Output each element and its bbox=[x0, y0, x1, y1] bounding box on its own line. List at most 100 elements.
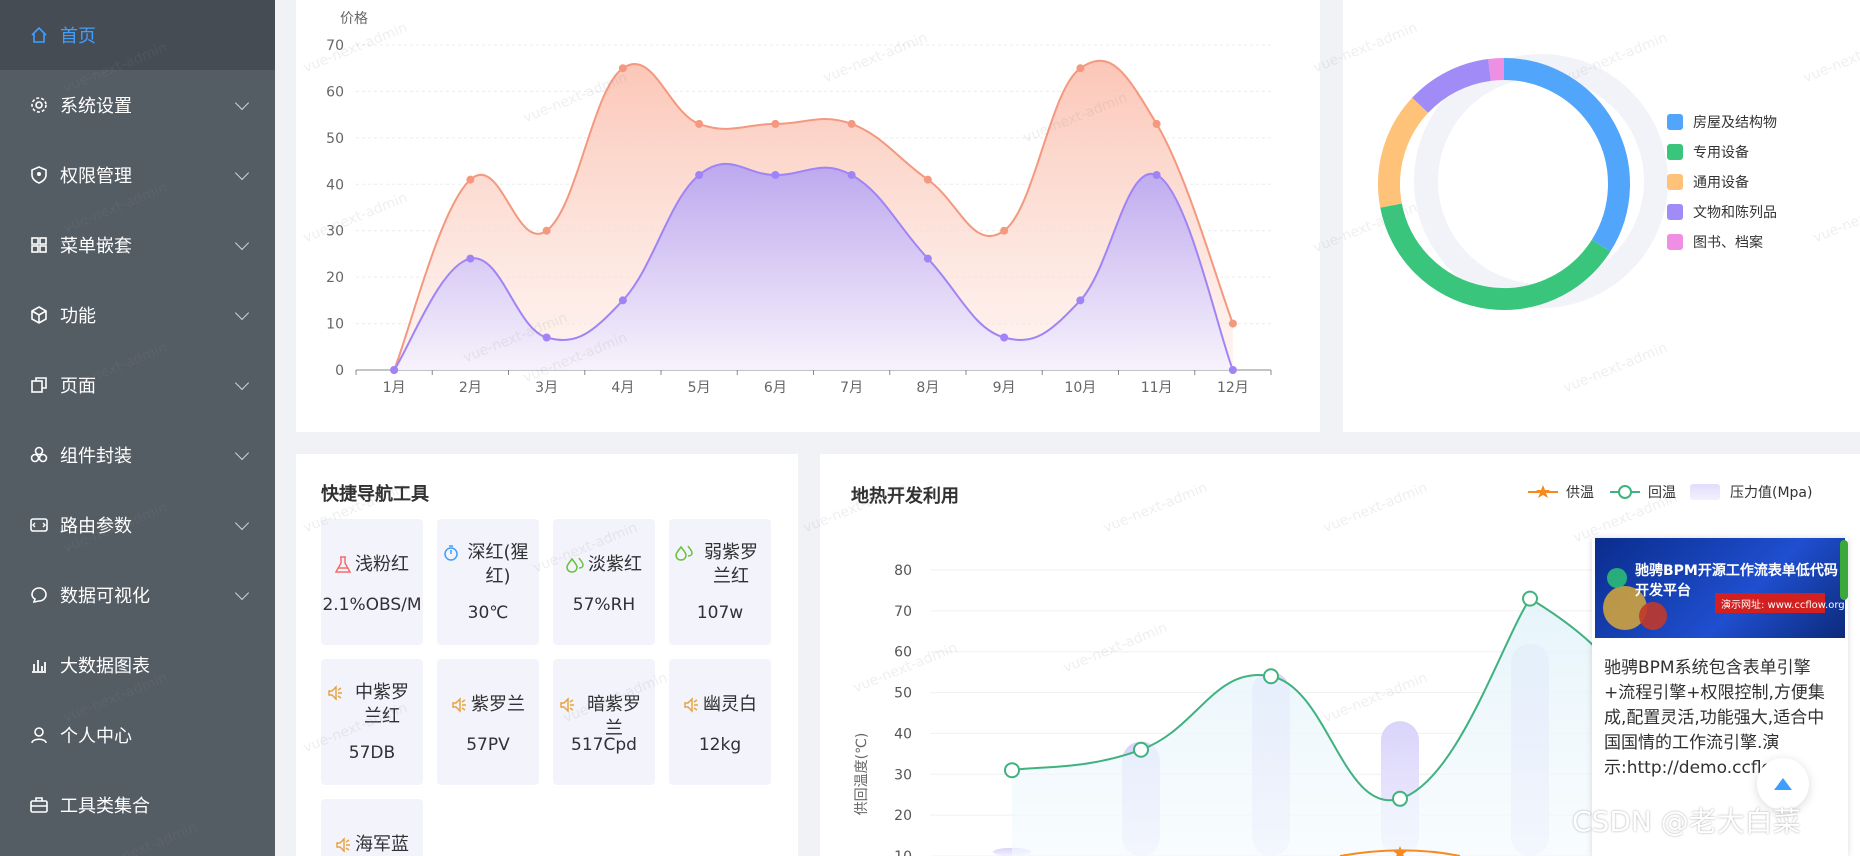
return-temp-point[interactable] bbox=[1263, 668, 1279, 685]
chevron-down-icon bbox=[234, 235, 250, 251]
quick-nav-tile[interactable]: 紫罗兰 57PV bbox=[437, 659, 539, 785]
y-tick-label: 20 bbox=[894, 808, 912, 824]
data-point[interactable] bbox=[695, 119, 704, 128]
quick-nav-tile[interactable]: 淡紫红 57%RH bbox=[553, 519, 655, 645]
y-tick-label: 70 bbox=[894, 604, 912, 620]
sidebar-item-label: 功能 bbox=[60, 306, 96, 327]
data-point[interactable] bbox=[618, 64, 627, 73]
tile-value: 12kg bbox=[698, 735, 742, 755]
quick-nav-tile[interactable]: 幽灵白 12kg bbox=[669, 659, 771, 785]
sidebar-item[interactable]: 系统设置 bbox=[0, 70, 275, 140]
data-point[interactable] bbox=[771, 119, 780, 128]
chat-icon bbox=[30, 586, 48, 604]
x-tick-label: 5月 bbox=[688, 380, 711, 396]
sidebar-item-label: 菜单嵌套 bbox=[60, 236, 132, 257]
pie-legend-item[interactable]: 房屋及结构物 bbox=[1667, 112, 1777, 132]
return-temp-point[interactable] bbox=[1392, 790, 1408, 807]
data-point[interactable] bbox=[1076, 296, 1085, 305]
sidebar-item[interactable]: 个人中心 bbox=[0, 700, 275, 770]
pie-legend-item[interactable]: 文物和陈列品 bbox=[1667, 202, 1777, 222]
data-point[interactable] bbox=[1000, 333, 1009, 342]
tile-value: 57%RH bbox=[572, 595, 636, 615]
data-point[interactable] bbox=[847, 119, 856, 128]
swatch bbox=[1667, 114, 1683, 130]
sidebar-item-label: 路由参数 bbox=[60, 516, 132, 537]
data-point[interactable] bbox=[923, 175, 932, 184]
ad-banner[interactable]: 驰骋BPM开源工作流表单低代码开发平台 演示网址: www.ccflow.org bbox=[1595, 538, 1845, 638]
data-point[interactable] bbox=[1076, 64, 1085, 73]
donut-slice[interactable] bbox=[1488, 58, 1505, 81]
chevron-down-icon bbox=[234, 165, 250, 181]
quick-nav-tile[interactable]: 弱紫罗兰红 107w bbox=[669, 519, 771, 645]
sidebar-item[interactable]: 菜单嵌套 bbox=[0, 210, 275, 280]
pie-legend-item[interactable]: 专用设备 bbox=[1667, 142, 1749, 162]
csdn-watermark: CSDN @老大白菜 bbox=[1572, 805, 1801, 838]
ad-scrollbar[interactable] bbox=[1840, 540, 1848, 600]
data-point[interactable] bbox=[847, 171, 856, 179]
sidebar-item[interactable]: 工具类集合 bbox=[0, 770, 275, 840]
sidebar-item-label: 页面 bbox=[60, 376, 96, 397]
pie-legend-item[interactable]: 图书、档案 bbox=[1667, 232, 1763, 252]
quick-nav-tile[interactable]: 中紫罗兰红 57DB bbox=[321, 659, 423, 785]
data-point[interactable] bbox=[771, 171, 780, 179]
shield-icon bbox=[30, 166, 48, 184]
quick-nav-title: 快捷导航工具 bbox=[321, 484, 429, 505]
y-axis-label: 供回温度(℃) bbox=[854, 733, 870, 816]
speaker-icon bbox=[335, 836, 351, 856]
tile-value: 517Cpd bbox=[571, 735, 637, 755]
tile-value: 57PV bbox=[466, 735, 510, 755]
y-tick-label: 50 bbox=[894, 686, 912, 702]
quick-nav-tile[interactable]: 浅粉红 2.1%OBS/M bbox=[321, 519, 423, 645]
data-point[interactable] bbox=[1000, 226, 1009, 235]
data-point[interactable] bbox=[1152, 171, 1161, 179]
box-icon bbox=[30, 306, 48, 324]
data-point[interactable] bbox=[618, 296, 627, 305]
sidebar-item[interactable]: 大数据图表 bbox=[0, 630, 275, 700]
data-point[interactable] bbox=[1228, 319, 1237, 328]
data-point[interactable] bbox=[466, 175, 475, 184]
sidebar-item[interactable]: 组件封装 bbox=[0, 420, 275, 490]
pie-legend-item[interactable]: 通用设备 bbox=[1667, 172, 1749, 192]
return-temp-point[interactable] bbox=[1522, 590, 1538, 607]
tile-label: 海军蓝 bbox=[355, 834, 409, 855]
y-tick-label: 30 bbox=[894, 767, 912, 783]
route-icon bbox=[30, 516, 48, 534]
sidebar-item[interactable]: 路由参数 bbox=[0, 490, 275, 560]
y-tick-label: 60 bbox=[326, 84, 344, 100]
sidebar-item[interactable]: 首页 bbox=[0, 0, 275, 70]
data-point[interactable] bbox=[923, 254, 932, 263]
quick-nav-tile[interactable]: 海军蓝 bbox=[321, 799, 423, 856]
data-point[interactable] bbox=[542, 333, 551, 342]
x-tick-label: 10月 bbox=[1064, 380, 1096, 396]
sidebar-item-label: 权限管理 bbox=[60, 166, 132, 187]
swatch bbox=[1667, 174, 1683, 190]
y-tick-label: 40 bbox=[894, 726, 912, 742]
gear-icon bbox=[30, 96, 48, 114]
swatch bbox=[1667, 234, 1683, 250]
data-point[interactable] bbox=[1228, 366, 1237, 374]
sidebar-item[interactable]: 数据可视化 bbox=[0, 560, 275, 630]
droplets-icon bbox=[675, 544, 693, 568]
price-area-chart: 0 10 20 30 40 50 60 70 价格 1月 2月 3月 4月 5月 6月 7月 8月 9月 10月 11… bbox=[326, 11, 1272, 396]
x-tick-label: 1月 bbox=[383, 380, 406, 396]
sidebar-item[interactable]: 页面 bbox=[0, 350, 275, 420]
data-point[interactable] bbox=[1152, 119, 1161, 128]
y-tick-label: 40 bbox=[326, 177, 344, 193]
swatch bbox=[1667, 144, 1683, 160]
y-tick-label: 30 bbox=[326, 224, 344, 240]
tile-value: 57DB bbox=[348, 743, 396, 763]
data-point[interactable] bbox=[695, 171, 704, 179]
return-temp-point[interactable] bbox=[1133, 741, 1149, 758]
sidebar-item[interactable]: 功能 bbox=[0, 280, 275, 350]
return-temp-point[interactable] bbox=[1004, 762, 1020, 779]
legend-label: 图书、档案 bbox=[1693, 235, 1763, 251]
data-point[interactable] bbox=[466, 254, 475, 263]
data-point[interactable] bbox=[542, 226, 551, 235]
quick-nav-tile[interactable]: 暗紫罗兰 517Cpd bbox=[553, 659, 655, 785]
sidebar-item[interactable]: 权限管理 bbox=[0, 140, 275, 210]
data-point[interactable] bbox=[390, 366, 399, 374]
quick-nav-tile[interactable]: 深红(猩红) 30℃ bbox=[437, 519, 539, 645]
y-tick-label: 60 bbox=[894, 645, 912, 661]
x-tick-label: 4月 bbox=[611, 380, 634, 396]
ad-text: 驰骋BPM系统包含表单引擎+流程引擎+权限控制,方便集成,配置灵活,功能强大,适… bbox=[1604, 658, 1825, 778]
